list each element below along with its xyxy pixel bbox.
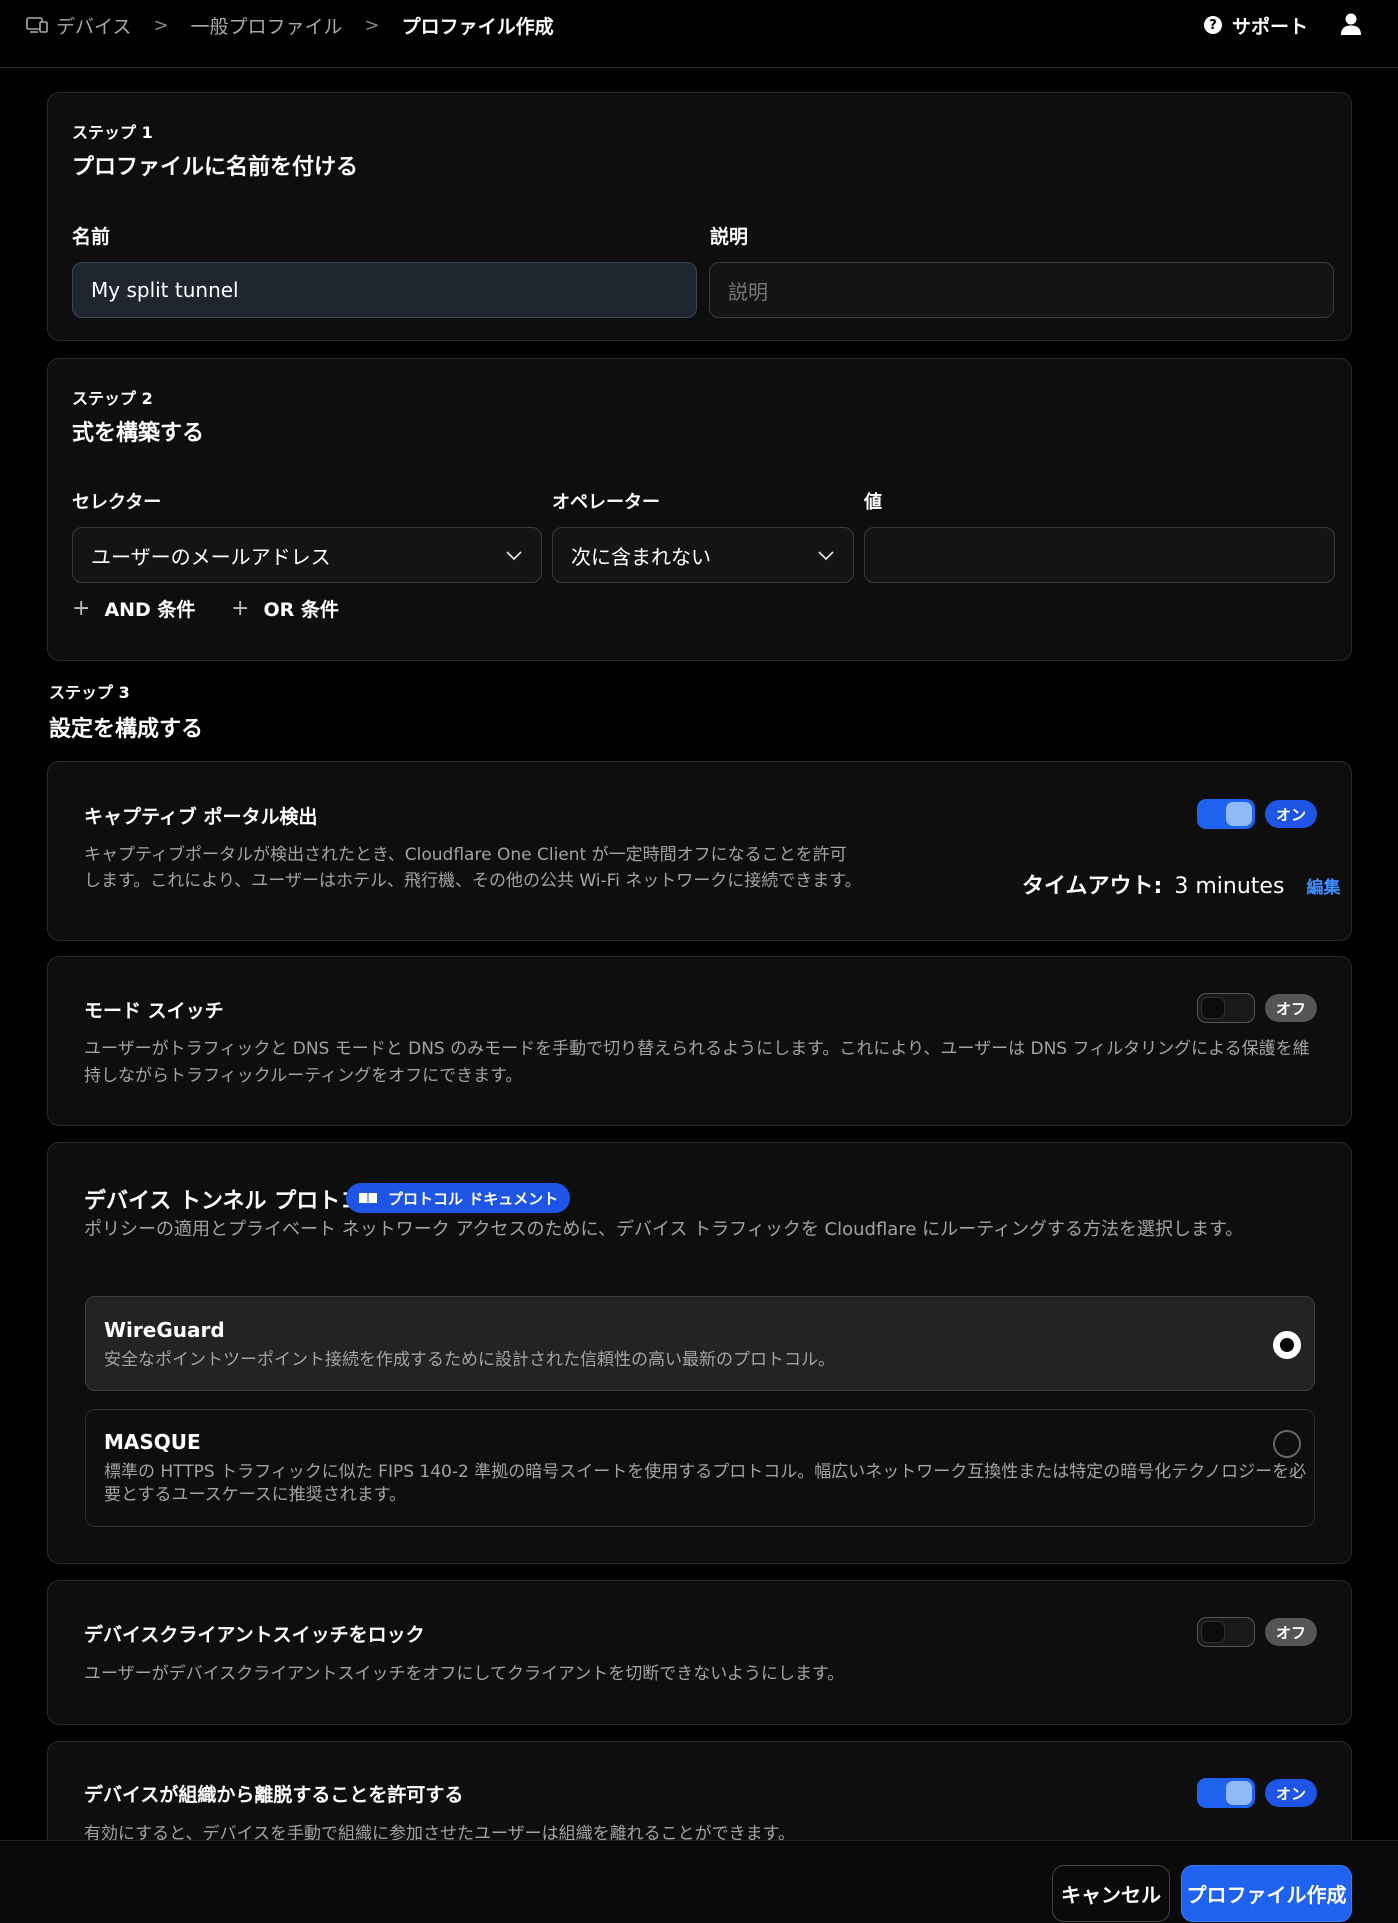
- step1-card: ステップ 1 プロファイルに名前を付ける 名前 説明 My split tunn…: [47, 92, 1352, 341]
- step3-title: 設定を構成する: [49, 717, 204, 742]
- support-label: サポート: [1232, 15, 1309, 38]
- tunnel-protocol-desc: ポリシーの適用とプライベート ネットワーク アクセスのために、デバイス トラフィ…: [84, 1219, 1244, 1240]
- captive-portal-desc-line1: キャプティブポータルが検出されたとき、Cloudflare One Client…: [84, 845, 847, 865]
- cancel-button[interactable]: キャンセル: [1052, 1865, 1170, 1922]
- plus-icon: +: [231, 596, 250, 621]
- captive-portal-status-badge: オン: [1265, 800, 1318, 828]
- option-desc-line1: 安全なポイントツーポイント接続を作成するために設計された信頼性の高い最新のプロト…: [104, 1350, 835, 1370]
- add-and-condition-button[interactable]: + AND 条件: [72, 595, 195, 622]
- description-label: 説明: [710, 226, 749, 248]
- timeout-label: タイムアウト:: [1022, 874, 1163, 899]
- step1-label: ステップ 1: [72, 123, 153, 142]
- option-desc-line1: 標準の HTTPS トラフィックに似た FIPS 140-2 準拠の暗号スイート…: [104, 1462, 1307, 1482]
- captive-portal-card: キャプティブ ポータル検出 キャプティブポータルが検出されたとき、Cloudfl…: [47, 761, 1352, 941]
- name-input[interactable]: My split tunnel: [72, 262, 697, 318]
- step2-card: ステップ 2 式を構築する セレクター オペレーター 値 ユーザーのメールアドレ…: [47, 358, 1352, 661]
- chevron-right-icon: >: [153, 14, 169, 36]
- top-bar: デバイス > 一般プロファイル > プロファイル作成 ? サポート: [0, 0, 1398, 68]
- device-icon: [26, 17, 48, 33]
- create-profile-button[interactable]: プロファイル作成: [1181, 1865, 1352, 1922]
- mode-switch-title: モード スイッチ: [84, 1000, 224, 1022]
- value-label: 値: [864, 492, 882, 513]
- book-icon: [359, 1193, 377, 1204]
- leave-org-toggle[interactable]: [1197, 1778, 1255, 1808]
- captive-portal-title: キャプティブ ポータル検出: [84, 806, 318, 828]
- protocol-docs-label: プロトコル ドキュメント: [388, 1189, 559, 1208]
- breadcrumb-devices[interactable]: デバイス: [56, 12, 131, 39]
- selector-label: セレクター: [72, 492, 162, 513]
- lock-switch-card: デバイスクライアントスイッチをロック ユーザーがデバイスクライアントスイッチをオ…: [47, 1580, 1352, 1725]
- support-link[interactable]: ? サポート: [1204, 12, 1308, 38]
- name-input-value: My split tunnel: [91, 278, 239, 302]
- or-condition-label: OR 条件: [263, 599, 339, 621]
- timeout-value: 3 minutes: [1174, 874, 1285, 899]
- selector-dropdown[interactable]: ユーザーのメールアドレス: [72, 527, 542, 583]
- chevron-right-icon: >: [364, 14, 380, 36]
- chevron-down-icon: [506, 551, 522, 561]
- name-label: 名前: [72, 226, 111, 248]
- breadcrumb: デバイス > 一般プロファイル > プロファイル作成: [26, 12, 554, 38]
- operator-value: 次に含まれない: [571, 544, 711, 569]
- step2-label: ステップ 2: [72, 389, 153, 408]
- lock-switch-desc: ユーザーがデバイスクライアントスイッチをオフにしてクライアントを切断できないよう…: [84, 1664, 845, 1684]
- description-placeholder: 説明: [728, 279, 768, 304]
- operator-dropdown[interactable]: 次に含まれない: [552, 527, 854, 583]
- option-desc-line2: 要とするユースケースに推奨されます。: [104, 1485, 407, 1505]
- leave-org-title: デバイスが組織から離脱することを許可する: [84, 1784, 464, 1806]
- breadcrumb-create-profile: プロファイル作成: [401, 15, 554, 38]
- lock-switch-status-badge: オフ: [1265, 1618, 1318, 1646]
- operator-label: オペレーター: [552, 492, 660, 513]
- breadcrumb-general-profiles[interactable]: 一般プロファイル: [191, 12, 343, 39]
- captive-portal-timeout: タイムアウト: 3 minutes 編集: [1022, 868, 1340, 900]
- mode-switch-toggle[interactable]: [1197, 993, 1255, 1023]
- timeout-edit-link[interactable]: 編集: [1306, 873, 1340, 898]
- lock-switch-toggle[interactable]: [1197, 1617, 1255, 1647]
- masque-radio[interactable]: [1273, 1430, 1301, 1458]
- selector-value: ユーザーのメールアドレス: [91, 544, 331, 569]
- option-title: MASQUE: [104, 1430, 201, 1454]
- value-input[interactable]: [864, 527, 1335, 583]
- protocol-option-masque[interactable]: MASQUE 標準の HTTPS トラフィックに似た FIPS 140-2 準拠…: [85, 1409, 1315, 1527]
- protocol-docs-link[interactable]: プロトコル ドキュメント: [346, 1183, 571, 1213]
- tunnel-protocol-title: デバイス トンネル プロトコル: [84, 1189, 385, 1214]
- wireguard-radio[interactable]: [1273, 1331, 1301, 1359]
- captive-portal-toggle[interactable]: [1197, 799, 1255, 829]
- description-input[interactable]: 説明: [709, 262, 1334, 318]
- mode-switch-card: モード スイッチ ユーザーがトラフィックと DNS モードと DNS のみモード…: [47, 956, 1352, 1126]
- chevron-down-icon: [818, 551, 834, 561]
- and-condition-label: AND 条件: [104, 599, 196, 621]
- help-icon: ?: [1204, 16, 1222, 34]
- step3-label: ステップ 3: [49, 683, 130, 702]
- mode-switch-desc-line2: 持しながらトラフィックルーティングをオフにできます。: [84, 1066, 523, 1086]
- mode-switch-status-badge: オフ: [1265, 994, 1318, 1022]
- lock-switch-title: デバイスクライアントスイッチをロック: [84, 1624, 425, 1646]
- add-or-condition-button[interactable]: + OR 条件: [231, 595, 339, 622]
- step2-title: 式を構築する: [72, 421, 205, 446]
- step1-title: プロファイルに名前を付ける: [72, 155, 359, 180]
- plus-icon: +: [72, 596, 91, 621]
- user-icon[interactable]: [1340, 12, 1362, 36]
- mode-switch-desc-line1: ユーザーがトラフィックと DNS モードと DNS のみモードを手動で切り替えら…: [84, 1039, 1310, 1059]
- protocol-option-wireguard[interactable]: WireGuard 安全なポイントツーポイント接続を作成するために設計された信頼…: [85, 1296, 1315, 1391]
- leave-org-status-badge: オン: [1265, 1779, 1318, 1807]
- option-title: WireGuard: [104, 1318, 225, 1342]
- captive-portal-desc-line2: します。これにより、ユーザーはホテル、飛行機、その他の公共 Wi-Fi ネットワ…: [84, 871, 862, 891]
